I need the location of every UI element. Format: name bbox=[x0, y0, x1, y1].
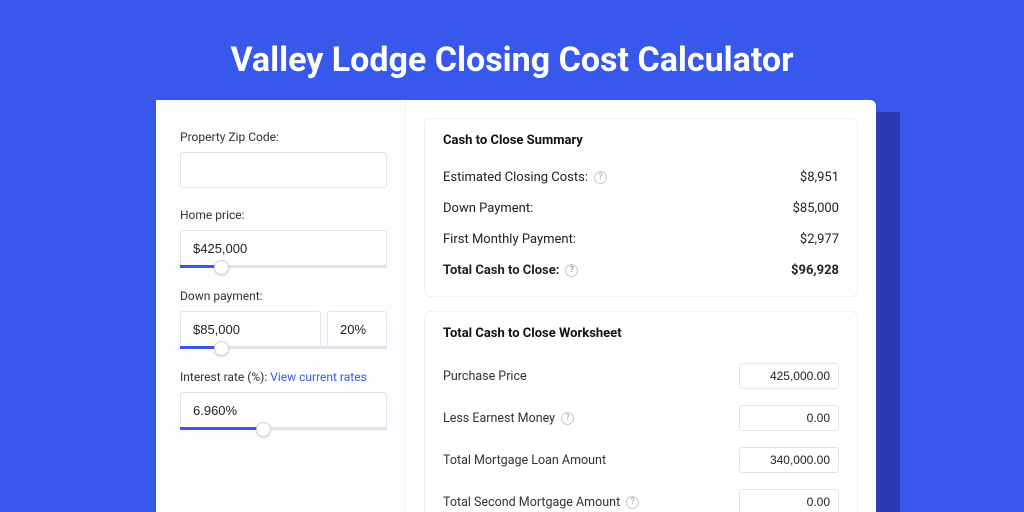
slider-thumb[interactable] bbox=[214, 260, 229, 275]
down-payment-slider[interactable] bbox=[180, 347, 387, 350]
input-column: Property Zip Code: Home price: Down paym… bbox=[156, 100, 406, 512]
worksheet-row-label: Total Second Mortgage Amount bbox=[443, 495, 620, 510]
summary-row-value: $8,951 bbox=[800, 170, 839, 185]
calculator-panel: Property Zip Code: Home price: Down paym… bbox=[156, 100, 876, 512]
zip-label: Property Zip Code: bbox=[180, 130, 387, 144]
worksheet-row: Purchase Price bbox=[443, 355, 839, 397]
summary-card: Cash to Close Summary Estimated Closing … bbox=[424, 118, 858, 297]
summary-row: Down Payment: $85,000 bbox=[443, 193, 839, 224]
worksheet-input[interactable] bbox=[739, 447, 839, 473]
summary-total-label: Total Cash to Close: bbox=[443, 263, 559, 278]
summary-total-value: $96,928 bbox=[791, 263, 839, 278]
view-rates-link[interactable]: View current rates bbox=[270, 370, 367, 384]
summary-row-value: $85,000 bbox=[793, 201, 839, 216]
worksheet-input[interactable] bbox=[739, 363, 839, 389]
worksheet-input[interactable] bbox=[739, 489, 839, 512]
summary-row-value: $2,977 bbox=[800, 232, 839, 247]
worksheet-row-label: Purchase Price bbox=[443, 369, 527, 384]
summary-row: First Monthly Payment: $2,977 bbox=[443, 224, 839, 255]
down-payment-input[interactable] bbox=[180, 311, 321, 347]
home-price-slider[interactable] bbox=[180, 266, 387, 269]
zip-input[interactable] bbox=[180, 152, 387, 188]
down-payment-label: Down payment: bbox=[180, 289, 387, 303]
rate-slider[interactable] bbox=[180, 428, 387, 431]
rate-input[interactable] bbox=[180, 392, 387, 428]
results-column: Cash to Close Summary Estimated Closing … bbox=[406, 100, 876, 512]
summary-total-row: Total Cash to Close: ? $96,928 bbox=[443, 255, 839, 286]
help-icon[interactable]: ? bbox=[565, 264, 578, 277]
worksheet-row-label: Total Mortgage Loan Amount bbox=[443, 453, 606, 468]
help-icon[interactable]: ? bbox=[561, 412, 574, 425]
page-title: Valley Lodge Closing Cost Calculator bbox=[0, 40, 1024, 80]
worksheet-row: Less Earnest Money ? bbox=[443, 397, 839, 439]
worksheet-title: Total Cash to Close Worksheet bbox=[443, 326, 839, 341]
rate-label: Interest rate (%): View current rates bbox=[180, 370, 387, 384]
slider-thumb[interactable] bbox=[256, 422, 271, 437]
summary-row-label: Down Payment: bbox=[443, 201, 533, 216]
summary-row-label: First Monthly Payment: bbox=[443, 232, 576, 247]
worksheet-card: Total Cash to Close Worksheet Purchase P… bbox=[424, 311, 858, 512]
help-icon[interactable]: ? bbox=[626, 496, 639, 509]
home-price-input[interactable] bbox=[180, 230, 387, 266]
worksheet-input[interactable] bbox=[739, 405, 839, 431]
worksheet-row: Total Mortgage Loan Amount bbox=[443, 439, 839, 481]
help-icon[interactable]: ? bbox=[594, 171, 607, 184]
down-payment-pct-input[interactable] bbox=[327, 311, 387, 347]
summary-row-label: Estimated Closing Costs: bbox=[443, 170, 588, 185]
home-price-label: Home price: bbox=[180, 208, 387, 222]
summary-title: Cash to Close Summary bbox=[443, 133, 839, 148]
worksheet-row-label: Less Earnest Money bbox=[443, 411, 555, 426]
slider-thumb[interactable] bbox=[214, 341, 229, 356]
summary-row: Estimated Closing Costs: ? $8,951 bbox=[443, 162, 839, 193]
worksheet-row: Total Second Mortgage Amount ? bbox=[443, 481, 839, 512]
